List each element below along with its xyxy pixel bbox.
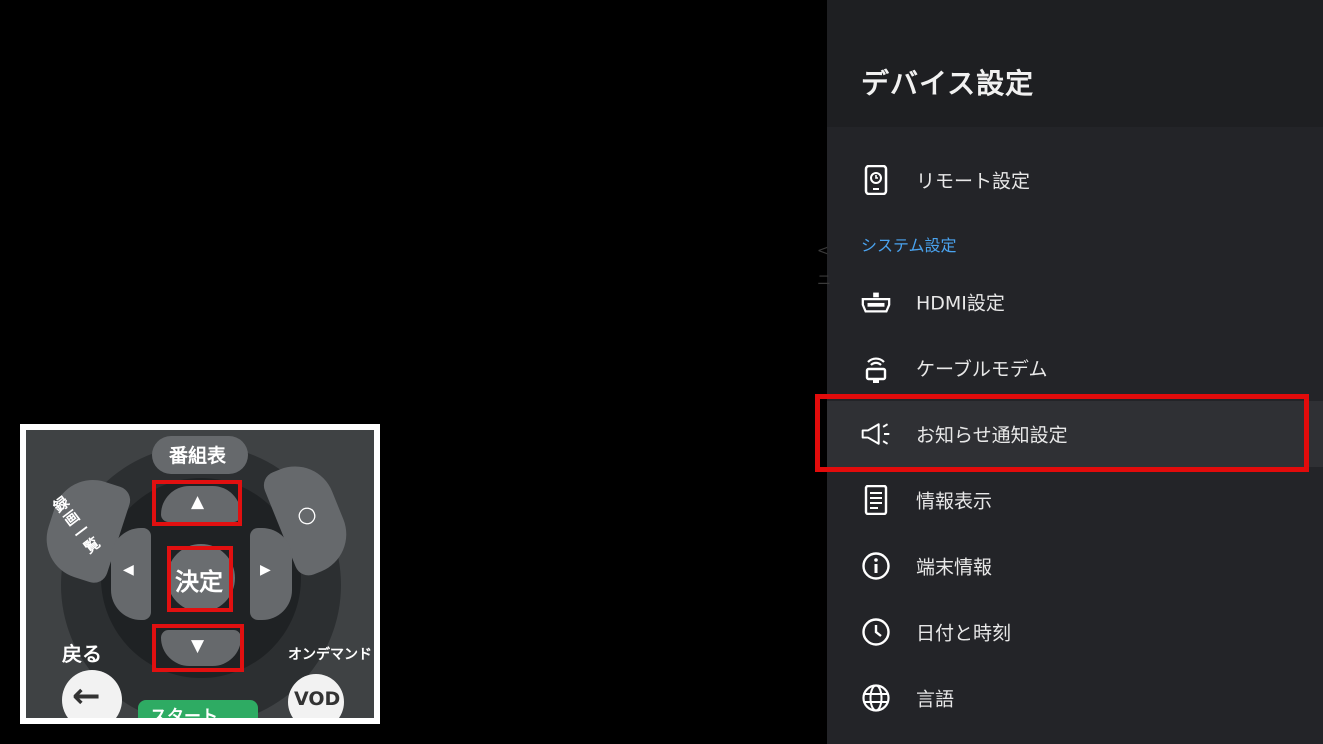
menu-item-language[interactable]: 言語 — [827, 665, 1323, 731]
start-button[interactable]: スタート — [138, 700, 258, 718]
menu-item-label: 日付と時刻 — [916, 622, 1012, 645]
menu-item-hdmi-settings[interactable]: HDMI設定 — [827, 269, 1323, 335]
right-button[interactable]: ▶ — [250, 528, 292, 620]
ondemand-label: オンデマンド — [288, 647, 372, 663]
focus-highlight-box — [815, 394, 1309, 472]
section-system-settings: システム設定 — [861, 236, 957, 255]
menu-item-cable-modem[interactable]: ケーブルモデム — [827, 335, 1323, 401]
remote-settings-icon — [860, 164, 892, 196]
info-circle-icon — [860, 550, 892, 582]
menu-item-label: 言語 — [916, 688, 955, 711]
left-button[interactable]: ◀ — [111, 528, 151, 620]
device-settings-panel: デバイス設定 リモート設定 システム設定 HDMI設定 ケーブルモデム お知らせ… — [827, 0, 1323, 744]
ok-button-highlight — [167, 546, 233, 612]
remote-inset: 番組表 録画一覧 ○ ▲ ◀ ▶ ▼ 決定 戻る ← オンデマンド VOD スタ… — [20, 424, 380, 724]
page-title: デバイス設定 — [861, 67, 1035, 100]
menu-item-label: 情報表示 — [916, 490, 993, 513]
remote-control: 番組表 録画一覧 ○ ▲ ◀ ▶ ▼ 決定 戻る ← オンデマンド VOD スタ… — [26, 430, 374, 718]
clock-icon — [860, 616, 892, 648]
cable-modem-icon — [860, 352, 892, 384]
up-button-highlight — [152, 480, 242, 526]
menu-item-date-time[interactable]: 日付と時刻 — [827, 599, 1323, 665]
info-list-icon — [860, 484, 892, 516]
menu-item-device-info[interactable]: 端末情報 — [827, 533, 1323, 599]
guide-button[interactable]: 番組表 — [152, 436, 248, 474]
panel-header: デバイス設定 — [827, 0, 1323, 127]
globe-icon — [860, 682, 892, 714]
menu-item-label: HDMI設定 — [916, 292, 1005, 315]
back-arrow-icon: ← — [72, 676, 101, 716]
menu-item-label: 端末情報 — [916, 556, 993, 579]
hdmi-icon — [860, 286, 892, 318]
down-button-highlight — [152, 624, 244, 672]
background-menu-edge: < ニ — [817, 243, 831, 289]
menu-item-label: ケーブルモデム — [916, 358, 1048, 381]
back-label: 戻る — [62, 642, 102, 666]
menu-item-remote-settings[interactable]: リモート設定 — [827, 147, 1323, 213]
menu-item-label: リモート設定 — [916, 170, 1031, 193]
menu-item-information-display[interactable]: 情報表示 — [827, 467, 1323, 533]
